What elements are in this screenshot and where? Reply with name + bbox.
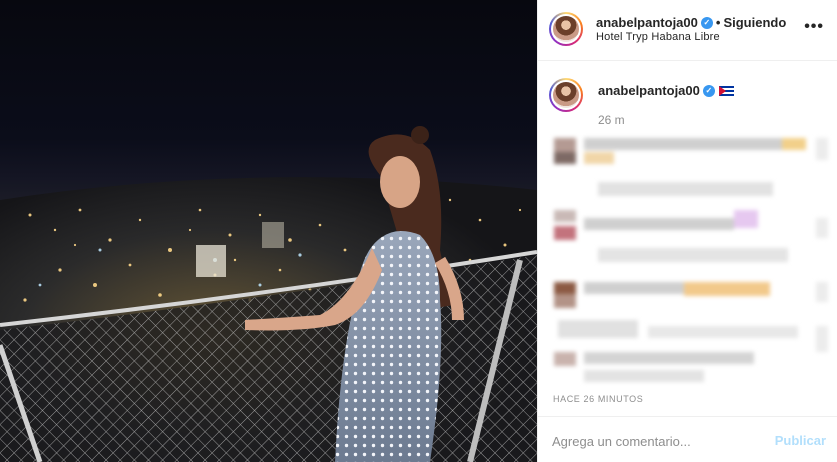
post-timestamp[interactable]: HACE 26 MINUTOS [553, 394, 643, 404]
avatar-image [553, 16, 579, 42]
verified-badge-icon: ✓ [702, 84, 715, 97]
following-button[interactable]: Siguiendo [723, 15, 786, 30]
caption-username-row: anabelpantoja00 ✓ [598, 83, 734, 98]
caption-username-link[interactable]: anabelpantoja00 [598, 83, 700, 98]
verified-badge-icon: ✓ [700, 16, 713, 29]
author-username-row: anabelpantoja00 ✓ • Siguiendo [596, 15, 786, 30]
caption-avatar[interactable] [549, 78, 583, 112]
comment-input[interactable] [552, 431, 762, 451]
author-username-link[interactable]: anabelpantoja00 [596, 15, 698, 30]
add-comment-bar: Publicar [538, 416, 837, 462]
separator-dot: • [715, 15, 721, 30]
comments-list [538, 130, 837, 390]
author-avatar[interactable] [549, 12, 583, 46]
avatar-image [553, 82, 579, 108]
post-photo[interactable] [0, 0, 537, 462]
location-link[interactable]: Hotel Tryp Habana Libre [596, 31, 720, 43]
more-options-icon[interactable]: ••• [804, 18, 824, 36]
caption-time-ago[interactable]: 26 m [598, 113, 625, 127]
publish-button[interactable]: Publicar [775, 433, 826, 448]
city-night-photo-art [0, 126, 537, 462]
post-side-panel: anabelpantoja00 ✓ • Siguiendo Hotel Tryp Ha… [537, 0, 837, 462]
cuba-flag-icon [718, 85, 734, 96]
post-header: anabelpantoja00 ✓ • Siguiendo Hotel Tryp Ha… [538, 0, 837, 61]
